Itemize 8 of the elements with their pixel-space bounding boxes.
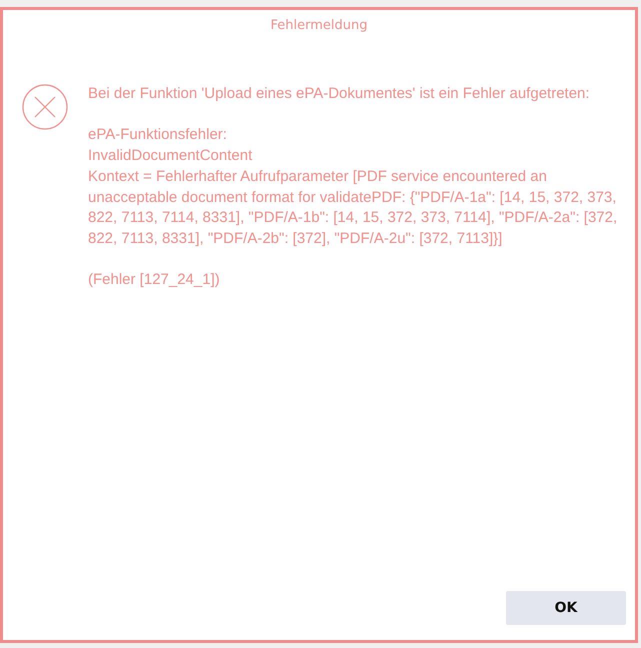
message-text: ePA-Funktionsfehler:: [88, 125, 228, 146]
message-text: Bei der Funktion 'Upload eines ePA-Dokumentes' ist ein Fehler aufgetreten:: [88, 84, 591, 104]
ok-button[interactable]: OK: [506, 591, 626, 625]
message-text: InvalidDocumentContent: [88, 146, 254, 166]
error-icon: [22, 84, 68, 130]
dialog-title: Fehlermeldung: [270, 17, 368, 35]
message-text: Kontext = Fehlerhafter Aufrufparameter [PDF service encountered an unacceptable document format for validatePDF: {"PDF/A-1a": [14, 15, 372, 373, 822, 7113, 7114, 8331], "PDF/A-1b": [14, 15, 372, 373, 7114], "PDF/A-2a": [372, 822, 7113, 8331], "PDF/A-2b": [372], "PDF/A-2u": [372, 7113]}]: [88, 166, 618, 249]
message-text: (Fehler [127_24_1]): [88, 270, 221, 290]
